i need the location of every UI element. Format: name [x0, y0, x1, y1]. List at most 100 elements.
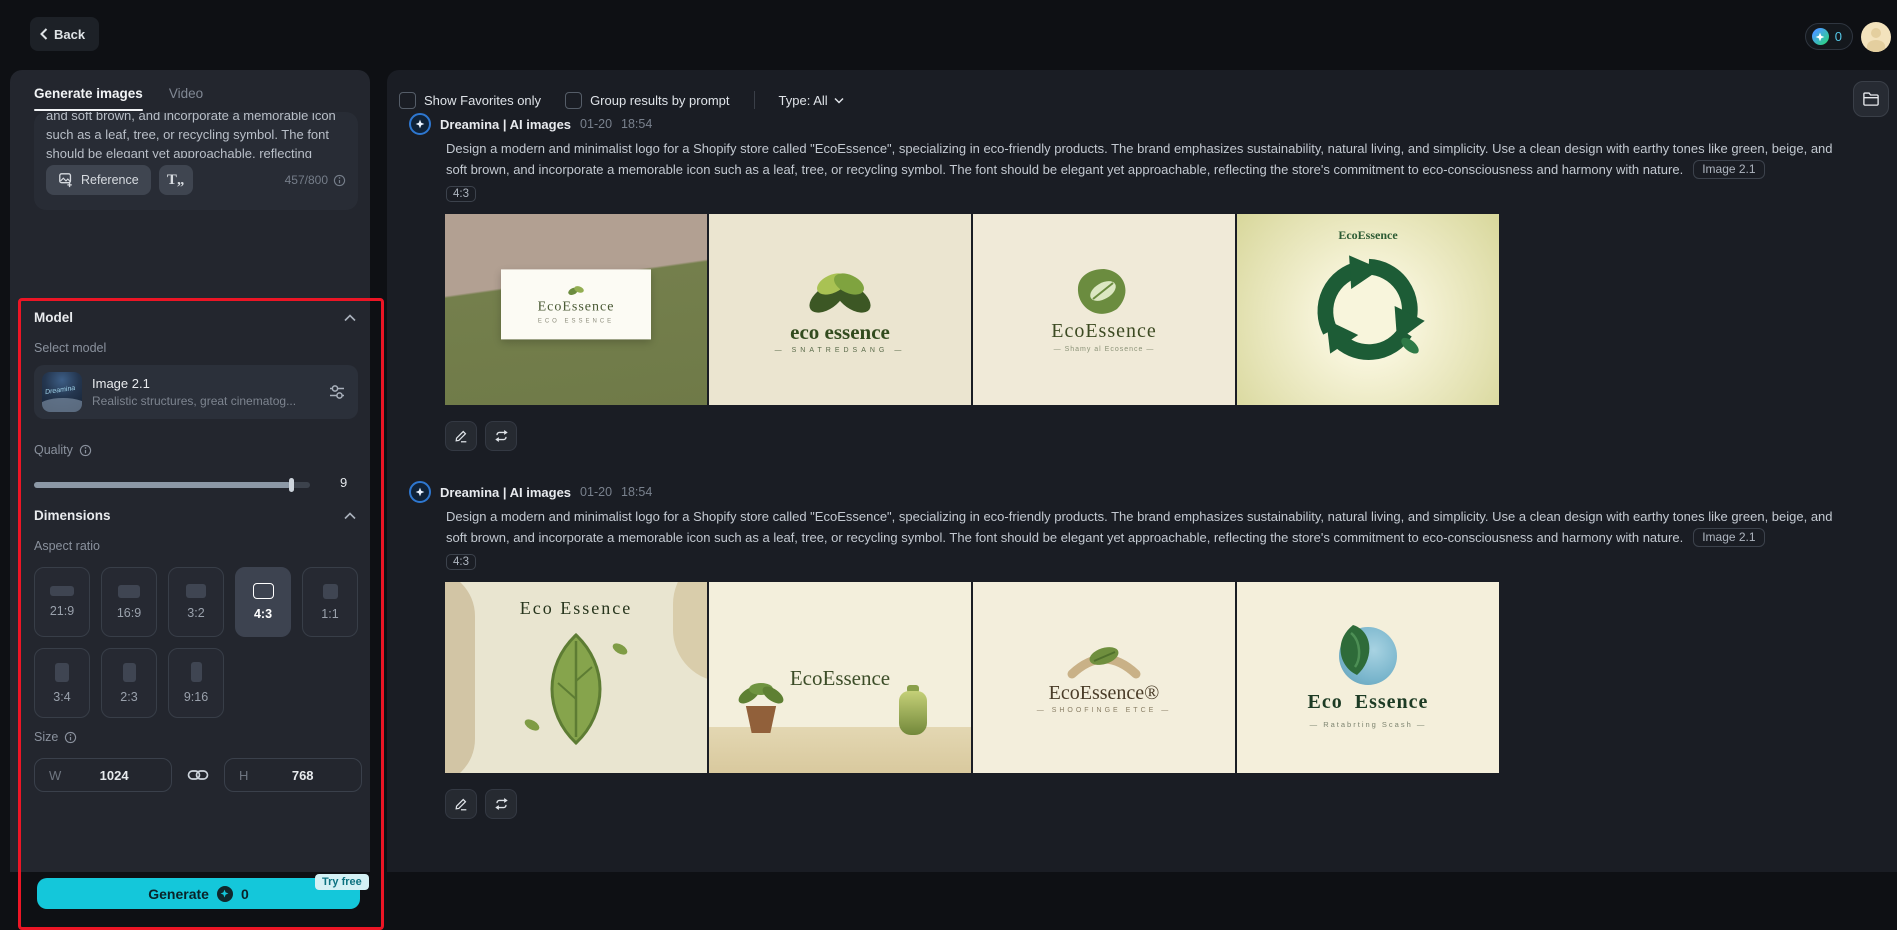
- ratio-2-3[interactable]: 2:3: [101, 648, 157, 718]
- info-icon[interactable]: [333, 174, 346, 187]
- model-collapse-chevron[interactable]: [342, 310, 358, 326]
- generated-image-2[interactable]: eco essence — SNATREDSANG —: [709, 214, 971, 405]
- generate-coin-icon: [216, 885, 233, 902]
- model-card[interactable]: Dreamina Image 2.1 Realistic structures,…: [34, 365, 358, 419]
- quality-slider-handle[interactable]: [288, 478, 294, 492]
- chevron-up-icon: [344, 314, 356, 322]
- ratio-label: 2:3: [120, 689, 138, 704]
- credits-pill[interactable]: 0: [1804, 23, 1853, 50]
- ratio-shape: [55, 662, 69, 682]
- model-settings-icon[interactable]: [328, 383, 346, 401]
- model-thumbnail: Dreamina: [42, 372, 82, 412]
- edit-button[interactable]: [445, 789, 477, 819]
- tab-video[interactable]: Video: [169, 86, 203, 111]
- type-filter-dropdown[interactable]: Type: All: [779, 93, 844, 108]
- logo-title: Eco Essence: [1307, 690, 1429, 713]
- model-section-title: Model: [34, 310, 73, 325]
- leaf-blob-icon: [1077, 268, 1126, 314]
- generated-image-6[interactable]: EcoEssence: [709, 582, 971, 773]
- ratio-shape: [190, 662, 202, 682]
- pot-decoration: [745, 706, 777, 733]
- ratio-4-3-selected[interactable]: 4:3: [235, 567, 291, 637]
- leaf-cluster-icon: [809, 272, 871, 313]
- wave-decoration: [673, 582, 707, 682]
- quality-label: Quality: [34, 443, 73, 457]
- ratio-shape: [50, 586, 74, 596]
- entry-source: Dreamina | AI images: [440, 484, 572, 500]
- generated-image-row: Eco Essence EcoEssence EcoEssence® — SHO…: [445, 582, 1881, 773]
- ratio-label: 1:1: [321, 606, 339, 621]
- refresh-icon: [494, 797, 508, 811]
- entry-header: Dreamina | AI images 01-20 18:54: [409, 481, 1881, 503]
- entry-header: Dreamina | AI images 01-20 18:54: [409, 113, 1881, 135]
- ratio-label: 9:16: [183, 690, 209, 704]
- reference-button[interactable]: Reference: [46, 165, 151, 195]
- ratio-label: 3:4: [53, 689, 71, 704]
- select-model-label: Select model: [34, 341, 107, 355]
- prompt-input[interactable]: and soft brown, and incorporate a memora…: [34, 112, 358, 210]
- ratio-3-2[interactable]: 3:2: [168, 567, 224, 637]
- prompt-tools: Reference T„ 457/800: [46, 165, 346, 195]
- pen-icon: [455, 430, 467, 443]
- group-label: Group results by prompt: [590, 92, 730, 108]
- tab-generate-images[interactable]: Generate images: [34, 86, 143, 111]
- asset-panel-button[interactable]: [1853, 81, 1889, 117]
- ratio-shape: [186, 584, 206, 598]
- width-label: W: [49, 767, 62, 783]
- logo-subtitle-text: Ratabrting Scash: [1323, 719, 1413, 729]
- generate-credits: 0: [240, 885, 249, 902]
- generated-image-7[interactable]: EcoEssence® — SHOOFINGE ETCE —: [973, 582, 1235, 773]
- dimensions-collapse-chevron[interactable]: [342, 508, 358, 524]
- refresh-icon: [494, 429, 508, 443]
- logo-subtitle: — SNATREDSANG —: [774, 346, 906, 354]
- favorites-label: Show Favorites only: [424, 92, 542, 108]
- entry-model-badge: Image 2.1: [1693, 528, 1765, 547]
- entry-ratio-badge: 4:3: [446, 186, 476, 202]
- group-by-prompt-checkbox-item[interactable]: Group results by prompt: [565, 91, 730, 109]
- regenerate-button[interactable]: [485, 789, 517, 819]
- text-style-button[interactable]: T„: [158, 165, 193, 195]
- quality-info-icon[interactable]: [79, 444, 92, 457]
- back-button[interactable]: Back: [30, 17, 100, 51]
- generated-image-4[interactable]: EcoEssence: [1237, 214, 1499, 405]
- dreamina-logo-icon: [409, 113, 431, 135]
- generated-image-8[interactable]: Eco Essence — Ratabrting Scash —: [1237, 582, 1499, 773]
- width-field[interactable]: W 1024: [34, 758, 172, 792]
- logo-title: Eco Essence: [519, 598, 633, 618]
- ratio-16-9[interactable]: 16:9: [101, 567, 157, 637]
- quality-label-row: Quality: [34, 443, 92, 457]
- quality-slider[interactable]: [34, 478, 310, 492]
- entry-prompt: Design a modern and minimalist logo for …: [446, 506, 1881, 548]
- ratio-9-16[interactable]: 9:16: [168, 648, 224, 718]
- chain-link-icon: [187, 770, 209, 780]
- favorites-only-checkbox-item[interactable]: Show Favorites only: [399, 91, 542, 109]
- link-dimensions-button[interactable]: [187, 765, 209, 785]
- ratio-3-4[interactable]: 3:4: [34, 648, 90, 718]
- logo-title: EcoEssence: [789, 666, 891, 691]
- group-checkbox[interactable]: [565, 91, 583, 109]
- size-info-icon[interactable]: [64, 731, 77, 744]
- reference-label: Reference: [81, 173, 139, 187]
- logo-title: eco essence: [790, 319, 890, 344]
- ratio-21-9[interactable]: 21:9: [34, 567, 90, 637]
- height-field[interactable]: H 768: [224, 758, 362, 792]
- ratio-shape: [118, 584, 140, 598]
- generated-image-1[interactable]: EcoEssence ECO ESSENCE: [445, 214, 707, 405]
- model-thumb-cloud: [42, 398, 82, 412]
- generated-image-3[interactable]: EcoEssence — Shamy al Ecosence —: [973, 214, 1235, 405]
- ratio-1-1[interactable]: 1:1: [302, 567, 358, 637]
- logo-subtitle-text: SHOOFINGE ETCE: [1051, 706, 1157, 714]
- favorites-checkbox[interactable]: [399, 91, 416, 109]
- result-entry: Dreamina | AI images 01-20 18:54 Design …: [409, 481, 1881, 819]
- generate-button[interactable]: Generate 0: [37, 878, 360, 909]
- regenerate-button[interactable]: [485, 421, 517, 451]
- globe-icon: [1339, 624, 1397, 685]
- entry-model-badge: Image 2.1: [1693, 160, 1765, 179]
- avatar[interactable]: [1861, 22, 1891, 52]
- ratio-shape: [322, 583, 338, 599]
- results-panel: Show Favorites only Group results by pro…: [387, 70, 1897, 872]
- edit-button[interactable]: [445, 421, 477, 451]
- generated-image-5[interactable]: Eco Essence: [445, 582, 707, 773]
- entry-time: 18:54: [621, 485, 653, 499]
- entry-date: 01-20: [580, 117, 613, 131]
